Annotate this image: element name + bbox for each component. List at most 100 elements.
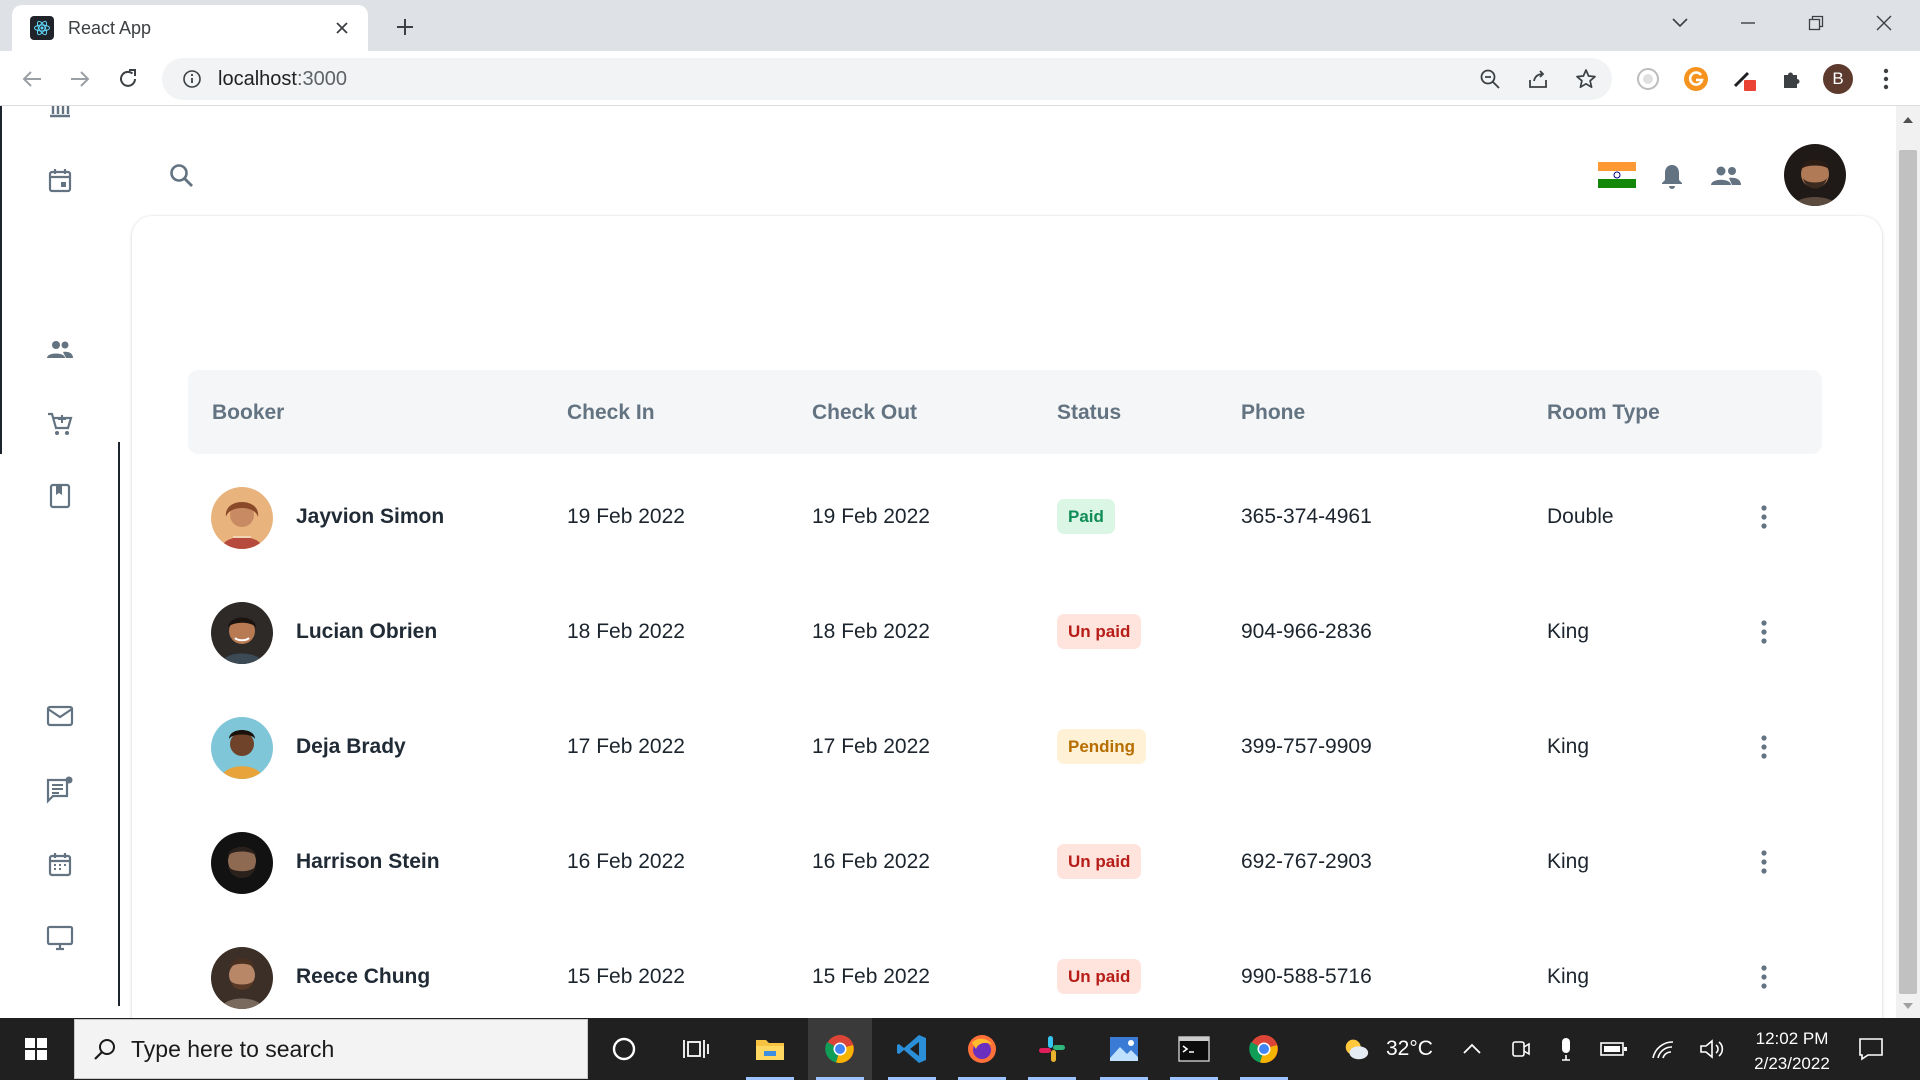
share-icon[interactable]: [1522, 63, 1554, 95]
india-flag-icon[interactable]: [1598, 162, 1636, 189]
row-actions-button[interactable]: [1748, 729, 1780, 765]
chrome-taskbar-icon[interactable]: [808, 1018, 872, 1080]
search-button[interactable]: [164, 158, 200, 194]
booker-name: Reece Chung: [296, 965, 431, 988]
meet-now-icon[interactable]: [1506, 1035, 1534, 1063]
phone-number: 365-374-4961: [1241, 505, 1372, 528]
extension-record-icon[interactable]: [1632, 63, 1664, 95]
row-actions-button[interactable]: [1748, 614, 1780, 650]
tab-close-icon[interactable]: [330, 16, 354, 40]
check-in-date: 16 Feb 2022: [567, 850, 685, 873]
minimize-icon[interactable]: [1728, 8, 1768, 38]
taskbar-clock[interactable]: 12:02 PM 2/23/2022: [1732, 1026, 1852, 1076]
more-vertical-icon: [1761, 965, 1767, 989]
extension-g-icon[interactable]: [1680, 63, 1712, 95]
windows-start-icon[interactable]: [10, 1026, 62, 1072]
scroll-up-arrow-icon[interactable]: [1900, 112, 1916, 128]
forward-arrow-icon[interactable]: [64, 63, 96, 95]
address-bar[interactable]: localhost:3000: [162, 58, 1612, 100]
scroll-down-arrow-icon[interactable]: [1900, 998, 1916, 1014]
check-in-date: 18 Feb 2022: [567, 620, 685, 643]
scrollbar-thumb[interactable]: [1899, 150, 1917, 994]
more-vertical-icon: [1761, 850, 1767, 874]
reload-icon[interactable]: [112, 63, 144, 95]
notifications-button[interactable]: [1654, 158, 1690, 194]
url-host: localhost: [218, 67, 297, 90]
sidebar-item-monitor[interactable]: [42, 920, 78, 956]
check-out-date: 17 Feb 2022: [812, 735, 930, 758]
browser-menu-icon[interactable]: [1870, 63, 1902, 95]
table-row[interactable]: Reece Chung 15 Feb 2022 15 Feb 2022 Un p…: [188, 914, 1822, 1018]
row-actions-button[interactable]: [1748, 959, 1780, 995]
sidebar-item-cart[interactable]: [42, 406, 78, 442]
sidebar-item-chat[interactable]: [42, 772, 78, 808]
tab-title: React App: [68, 17, 152, 38]
notification-center-icon[interactable]: [1854, 1034, 1888, 1064]
sidebar-item-calendar[interactable]: [42, 162, 78, 198]
table-row[interactable]: Jayvion Simon 19 Feb 2022 19 Feb 2022 Pa…: [188, 454, 1822, 569]
browser-tab[interactable]: React App: [12, 5, 368, 51]
extension-picker-icon[interactable]: [1728, 63, 1760, 95]
photos-icon[interactable]: [1092, 1018, 1156, 1080]
profile-avatar[interactable]: B: [1822, 63, 1854, 95]
cart-icon: [45, 409, 75, 439]
taskbar-search-box[interactable]: Type here to search: [74, 1019, 588, 1079]
contacts-button[interactable]: [1708, 158, 1744, 194]
sidebar-item-dashboard[interactable]: [42, 106, 78, 126]
column-header-booker[interactable]: Booker: [212, 401, 284, 425]
restore-icon[interactable]: [1796, 8, 1836, 38]
battery-icon[interactable]: [1600, 1035, 1628, 1063]
weather-temperature[interactable]: 32°C: [1386, 1037, 1433, 1061]
page-viewport: Booker Check In Check Out Status Phone R…: [0, 106, 1920, 1018]
column-header-check-out[interactable]: Check Out: [812, 401, 917, 425]
url-port: :3000: [296, 67, 347, 90]
room-type: King: [1547, 620, 1590, 643]
users-icon: [45, 335, 75, 365]
microphone-icon[interactable]: [1552, 1035, 1580, 1063]
sidebar-item-bookings[interactable]: [42, 478, 78, 514]
wifi-icon[interactable]: [1650, 1035, 1678, 1063]
row-actions-button[interactable]: [1748, 844, 1780, 880]
sidebar-item-users[interactable]: [42, 332, 78, 368]
check-out-date: 15 Feb 2022: [812, 965, 930, 988]
cortana-icon[interactable]: [592, 1018, 656, 1080]
column-header-room-type[interactable]: Room Type: [1547, 401, 1660, 425]
close-window-icon[interactable]: [1864, 8, 1904, 38]
new-tab-icon[interactable]: [390, 12, 420, 42]
booker-avatar: [211, 832, 273, 894]
site-info-icon[interactable]: [182, 69, 202, 89]
tray-chevron-up-icon[interactable]: [1458, 1035, 1486, 1063]
extensions-puzzle-icon[interactable]: [1776, 63, 1808, 95]
bookmark-star-icon[interactable]: [1570, 63, 1602, 95]
chrome-second-icon[interactable]: [1232, 1018, 1296, 1080]
firefox-icon[interactable]: [950, 1018, 1014, 1080]
sidebar-item-schedule[interactable]: [42, 846, 78, 882]
task-view-icon[interactable]: [664, 1018, 728, 1080]
terminal-icon[interactable]: [1162, 1018, 1226, 1080]
bell-icon: [1659, 162, 1685, 190]
sidebar-item-mail[interactable]: [42, 698, 78, 734]
sidebar-divider: [0, 106, 2, 454]
column-header-phone[interactable]: Phone: [1241, 401, 1305, 425]
slack-icon[interactable]: [1020, 1018, 1084, 1080]
check-out-date: 18 Feb 2022: [812, 620, 930, 643]
table-row[interactable]: Deja Brady 17 Feb 2022 17 Feb 2022 Pendi…: [188, 684, 1822, 799]
table-row[interactable]: Harrison Stein 16 Feb 2022 16 Feb 2022 U…: [188, 799, 1822, 914]
zoom-out-icon[interactable]: [1474, 63, 1506, 95]
tab-search-chevron-icon[interactable]: [1660, 8, 1700, 38]
vscode-icon[interactable]: [880, 1018, 944, 1080]
row-actions-button[interactable]: [1748, 499, 1780, 535]
account-avatar[interactable]: [1784, 144, 1846, 206]
file-explorer-icon[interactable]: [738, 1018, 802, 1080]
back-arrow-icon[interactable]: [16, 63, 48, 95]
volume-icon[interactable]: [1698, 1035, 1726, 1063]
more-vertical-icon: [1761, 735, 1767, 759]
table-row[interactable]: Lucian Obrien 18 Feb 2022 18 Feb 2022 Un…: [188, 569, 1822, 684]
weather-icon[interactable]: [1342, 1035, 1370, 1063]
booker-avatar: [211, 717, 273, 779]
booker-name: Jayvion Simon: [296, 505, 445, 528]
browser-toolbar: localhost:3000 B: [0, 51, 1920, 106]
phone-number: 692-767-2903: [1241, 850, 1372, 873]
column-header-status[interactable]: Status: [1057, 401, 1121, 425]
column-header-check-in[interactable]: Check In: [567, 401, 655, 425]
